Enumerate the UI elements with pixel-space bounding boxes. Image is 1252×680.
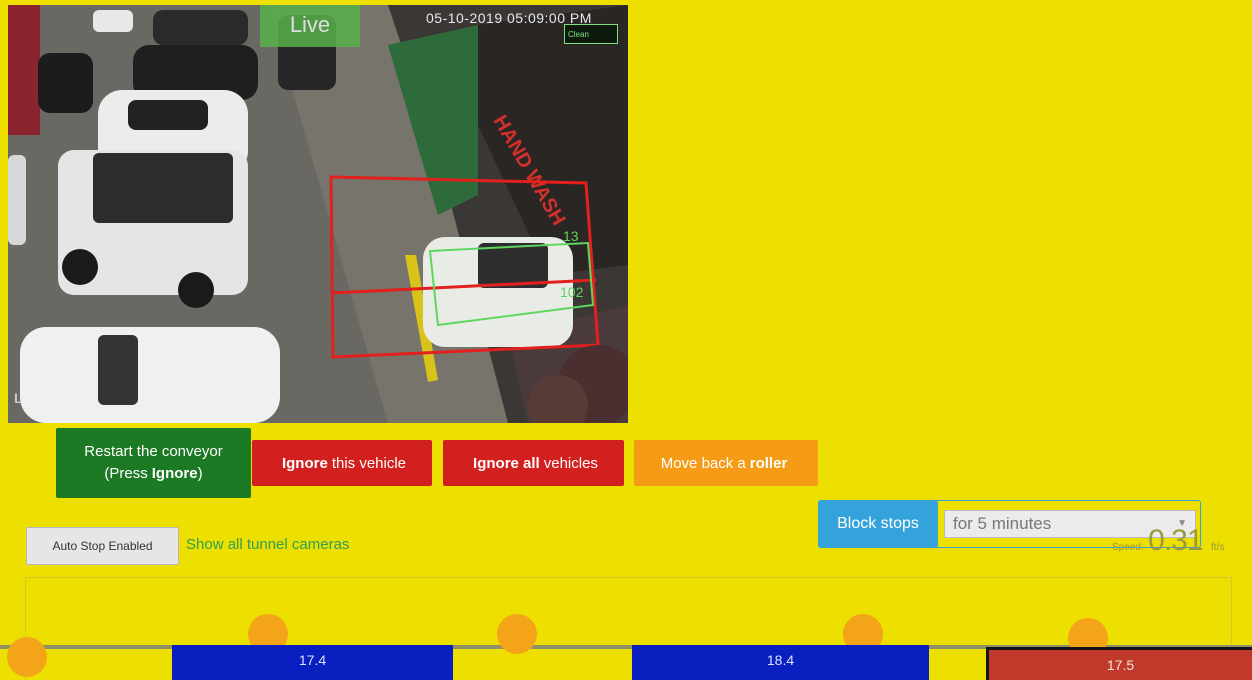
svg-text:13: 13 (563, 228, 579, 244)
conveyor-vehicle[interactable]: 18.4 (632, 645, 929, 680)
restart-line2: (Press Ignore) (104, 465, 203, 482)
live-indicator: Live (260, 5, 360, 47)
block-stops-button[interactable]: Block stops (818, 500, 938, 548)
speed-value: 0.31 (1148, 524, 1203, 557)
ignore-vehicle-text: this vehicle (331, 454, 407, 472)
ignore-vehicle-button[interactable]: Ignore this vehicle (252, 440, 432, 486)
camera-status: Clean (564, 24, 618, 44)
camera-brand-watermark: LOREX (14, 390, 68, 406)
svg-text:102: 102 (560, 284, 584, 300)
speed-label: Speed: (1112, 542, 1144, 553)
ignore-all-bold: Ignore all (473, 454, 540, 472)
speed-unit: ft/s (1211, 542, 1225, 553)
move-back-roller-button[interactable]: Move back a roller (634, 440, 818, 486)
conveyor-vehicle-selected[interactable]: 17.5 (986, 647, 1252, 680)
auto-stop-button[interactable]: Auto Stop Enabled (26, 527, 179, 565)
roller-marker (7, 637, 47, 677)
block-duration-value: for 5 minutes (953, 514, 1052, 533)
restart-line1: Restart the conveyor (84, 443, 223, 460)
conveyor-vehicle[interactable]: 17.4 (172, 645, 453, 680)
move-back-text: Move back a (660, 454, 746, 472)
ignore-all-text: vehicles (543, 454, 598, 472)
ignore-vehicle-bold: Ignore (281, 454, 328, 472)
camera-feed: HAND WASH 13 102 Live 05-10-2019 05:09:0… (8, 5, 628, 423)
restart-conveyor-button[interactable]: Restart the conveyor (Press Ignore) (56, 428, 251, 498)
show-tunnel-cameras-link[interactable]: Show all tunnel cameras (186, 536, 349, 553)
camera-scene: HAND WASH 13 102 (8, 5, 628, 423)
move-back-bold: roller (749, 454, 788, 472)
ignore-all-vehicles-button[interactable]: Ignore all vehicles (443, 440, 624, 486)
roller-marker (497, 614, 537, 654)
speed-readout: Speed: 0.31 ft/s (1112, 524, 1224, 558)
